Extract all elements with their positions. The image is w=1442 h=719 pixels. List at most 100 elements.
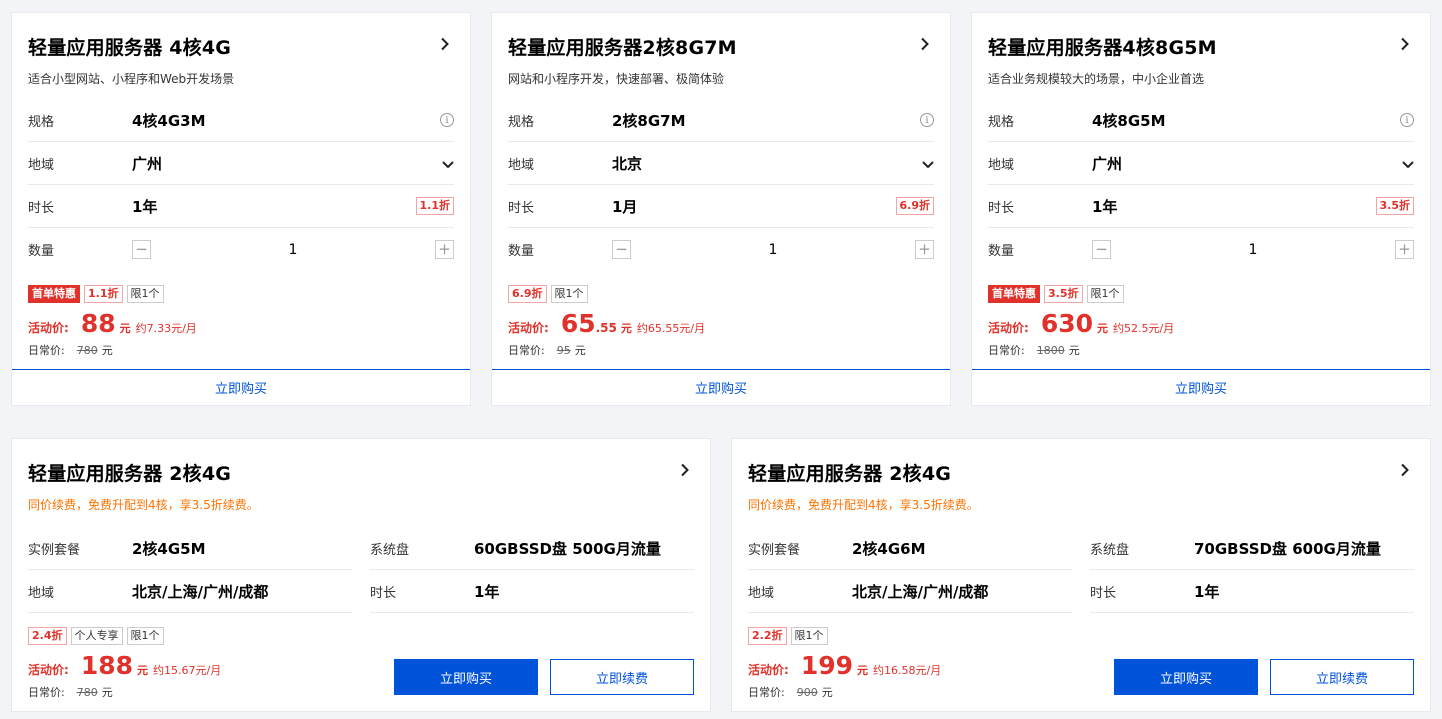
quantity-row: 数量 − 1 + [508,228,934,271]
quantity-input[interactable]: 1 [1111,242,1395,258]
quantity-minus-button[interactable]: − [132,240,151,259]
original-price-value: 900 [796,686,818,699]
price-integer: 199 [800,651,853,680]
package-value: 2核4G5M [132,539,206,558]
quantity-plus-button[interactable]: + [435,240,454,259]
card-subtitle: 适合小型网站、小程序和Web开发场景 [28,72,235,86]
card-subtitle-highlight: 3.5折续费 [191,498,247,512]
region-label: 地域 [508,157,535,173]
chevron-right-icon[interactable] [916,35,934,53]
card-subtitle: 适合业务规模较大的场景，中小企业首选 [988,72,1205,86]
price-monthly: 约16.58元/月 [873,664,942,677]
chevron-right-icon[interactable] [676,461,694,479]
price-integer: 88 [80,309,116,338]
duration-label: 时长 [508,200,535,216]
card-subtitle-text: 同价续费，免费升配到4核，享 [748,498,912,512]
region-value: 北京 [612,154,643,173]
renew-button[interactable]: 立即续费 [550,659,694,695]
promo-tag: 首单特惠 [988,285,1040,303]
duration-select[interactable]: 时长 1月 6.9折 [508,185,934,228]
price-monthly: 约15.67元/月 [153,664,222,677]
quantity-label: 数量 [988,244,1015,259]
buy-now-button[interactable]: 立即购买 [394,659,538,695]
price-label: 活动价: [508,321,549,335]
duration-value: 1月 [612,197,638,216]
card-title: 轻量应用服务器4核8G5M [988,37,1217,59]
duration-value: 1年 [132,197,158,216]
promo-tag: 限1个 [790,627,828,645]
price-integer: 65 [560,309,596,338]
chevron-right-icon[interactable] [1396,461,1414,479]
info-icon[interactable]: i [920,113,934,127]
activity-price: 活动价: 630 元 约52.5元/月 [988,309,1414,338]
info-icon[interactable]: i [1400,113,1414,127]
quantity-input[interactable]: 1 [151,242,435,258]
original-price-value: 780 [76,686,98,699]
quantity-minus-button[interactable]: − [612,240,631,259]
quantity-minus-button[interactable]: − [1092,240,1111,259]
region-select[interactable]: 地域 广州 [988,142,1414,185]
chevron-right-icon[interactable] [436,35,454,53]
buy-now-button[interactable]: 立即购买 [12,369,470,405]
activity-price: 活动价: 88 元 约7.33元/月 [28,309,454,338]
buy-now-button[interactable]: 立即购买 [972,369,1430,405]
promo-tag: 1.1折 [84,285,123,303]
region-value: 北京/上海/广州/成都 [132,582,269,601]
spec-value: 2核8G7M [612,111,686,130]
card-header: 轻量应用服务器 2核4G 同价续费，免费升配到4核，享3.5折续费。 [748,459,1414,513]
renew-button[interactable]: 立即续费 [1270,659,1414,695]
original-price-value: 780 [76,344,98,357]
card-subtitle-text: 同价续费，免费升配到4核，享 [28,498,192,512]
quantity-label: 数量 [508,244,535,259]
package-value: 2核4G6M [852,539,926,558]
original-price-value: 95 [556,344,571,357]
product-card: 轻量应用服务器 2核4G 同价续费，免费升配到4核，享3.5折续费。 实例套餐 … [11,438,711,712]
price-unit: 元 [119,322,131,335]
original-price-label: 日常价: [508,344,545,357]
disk-value: 60GBSSD盘 500G月流量 [474,539,661,558]
region-value: 北京/上海/广州/成都 [852,582,989,601]
duration-discount-badge: 6.9折 [895,197,934,215]
package-row: 实例套餐 2核4G6M [748,527,1072,570]
duration-discount-badge: 3.5折 [1375,197,1414,215]
quantity-input[interactable]: 1 [631,242,915,258]
spec-row: 规格 4核4G3M i [28,99,454,142]
quantity-plus-button[interactable]: + [915,240,934,259]
tag-list: 2.4折 个人专享 限1个 [28,627,694,645]
disk-row: 系统盘 70GBSSD盘 600G月流量 [1090,527,1414,570]
duration-label: 时长 [28,200,55,216]
original-price-unit: 元 [1068,344,1080,357]
region-select[interactable]: 地域 北京 [508,142,934,185]
region-value: 广州 [132,154,163,173]
chevron-down-icon[interactable] [922,154,934,173]
duration-label: 时长 [988,200,1015,216]
region-select[interactable]: 地域 广州 [28,142,454,185]
promo-tag: 限1个 [550,285,588,303]
buy-now-button[interactable]: 立即购买 [1114,659,1258,695]
chevron-down-icon[interactable] [442,154,454,173]
original-price: 日常价: 95 元 [508,342,934,358]
duration-select[interactable]: 时长 1年 1.1折 [28,185,454,228]
card-subtitle: 同价续费，免费升配到4核，享3.5折续费。 [748,496,1414,513]
original-price-unit: 元 [821,686,833,699]
price-monthly: 约7.33元/月 [135,322,197,335]
duration-value: 1年 [1194,582,1220,601]
tag-list: 6.9折 限1个 [508,285,934,303]
product-card: 轻量应用服务器4核8G5M 适合业务规模较大的场景，中小企业首选 规格 4核8G… [971,12,1431,406]
duration-row: 时长 1年 [1090,570,1414,613]
region-label: 地域 [28,585,55,601]
price-unit: 元 [857,664,868,677]
quantity-plus-button[interactable]: + [1395,240,1414,259]
promo-tag: 限1个 [126,285,164,303]
duration-select[interactable]: 时长 1年 3.5折 [988,185,1414,228]
chevron-right-icon[interactable] [1396,35,1414,53]
original-price-unit: 元 [101,686,113,699]
card-title: 轻量应用服务器 4核4G [28,37,232,59]
quantity-row: 数量 − 1 + [28,228,454,271]
buy-now-button[interactable]: 立即购买 [492,369,950,405]
card-subtitle-end: 。 [966,498,979,512]
info-icon[interactable]: i [440,113,454,127]
disk-label: 系统盘 [1090,542,1130,558]
region-row: 地域 北京/上海/广州/成都 [28,570,352,613]
chevron-down-icon[interactable] [1402,154,1414,173]
